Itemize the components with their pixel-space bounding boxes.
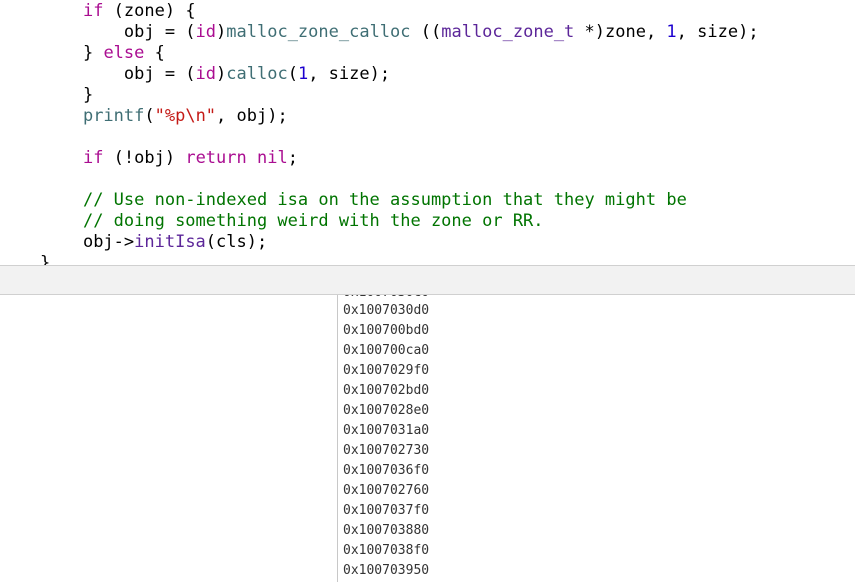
code-token: if [82,148,104,168]
console-line: 0x1007037f0 [343,503,430,518]
code-token: } [82,43,104,63]
console-line: 0x1007028e0 [343,403,430,418]
code-token: ; [287,148,298,168]
code-token: "%p\n" [154,106,217,126]
console-line: 0x1007030d0 [343,303,430,318]
code-token: *)zone, [574,22,667,42]
console-line: 0x1007029f0 [343,363,430,378]
console-line: 0x100702bd0 [343,383,430,398]
console-line: 0x100702760 [343,483,430,498]
code-line: // Use non-indexed isa on the assumption… [42,190,687,211]
code-token: (( [410,22,442,42]
console-line: 0x100702730 [343,443,430,458]
code-token: ) [216,64,227,84]
code-line: obj->initIsa(cls); [42,232,267,253]
console-line: 0x1007038f0 [343,543,430,558]
code-token: (!obj) [103,148,186,168]
code-token: 1 [297,64,309,84]
code-token: id [195,22,217,42]
code-token: { [144,43,165,63]
code-line: } else { [42,43,165,64]
console-line: 0x100703880 [343,523,430,538]
code-token: , size); [308,64,391,84]
console-line: 0x100703950 [343,563,430,578]
code-line: if (zone) { [42,1,196,22]
console-line: 0x100700bd0 [343,323,430,338]
code-token: (zone) { [103,1,196,21]
code-line: obj = (id)malloc_zone_calloc ((malloc_zo… [42,22,759,43]
code-token: , size); [676,22,759,42]
code-token: obj = ( [123,22,196,42]
debug-area: 0x1007030c0 0x1007030d00x100700bd00x1007… [0,295,855,582]
code-token: id [195,64,217,84]
code-line: } [42,85,93,106]
code-token: ) [216,22,227,42]
source-editor[interactable]: if (zone) { obj = (id)malloc_zone_calloc… [0,0,855,265]
code-token: , obj); [216,106,288,126]
code-token: return [185,148,247,168]
code-token: malloc_zone_calloc [226,22,411,42]
code-token: (cls); [205,232,268,252]
code-line: // doing something weird with the zone o… [42,211,544,232]
code-token: else [103,43,145,63]
code-line: obj = (id)calloc(1, size); [42,64,390,85]
debug-area-splitter[interactable] [0,265,855,295]
code-token: nil [257,148,288,168]
code-line: } [40,253,50,265]
code-token: } [40,253,51,265]
console-line: 0x100700ca0 [343,343,430,358]
code-token: initIsa [134,232,206,252]
code-token: obj = ( [123,64,196,84]
code-token: malloc_zone_t [441,22,575,42]
code-token: printf [82,106,145,126]
code-line: if (!obj) return nil; [42,148,298,169]
code-token: calloc [226,64,288,84]
code-token: 1 [666,22,677,42]
code-token: ( [287,64,298,84]
code-token: // doing something weird with the zone o… [82,211,544,231]
console-line: 0x1007036f0 [343,463,430,478]
code-token: } [82,85,94,105]
console-output[interactable]: 0x1007030c0 0x1007030d00x100700bd00x1007… [338,295,855,582]
variables-view[interactable] [0,295,337,582]
code-token: ( [144,106,155,126]
console-line: 0x1007031a0 [343,423,430,438]
code-token: // Use non-indexed isa on the assumption… [82,190,687,210]
code-token: if [82,1,104,21]
code-token: obj-> [82,232,135,252]
code-line: printf("%p\n", obj); [42,106,288,127]
